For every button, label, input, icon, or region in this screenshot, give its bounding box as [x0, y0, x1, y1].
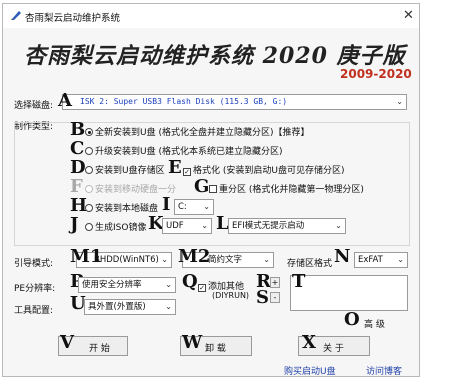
marker-c: C	[70, 138, 85, 159]
radio-icon	[85, 223, 93, 231]
marker-s: S	[256, 287, 269, 308]
radio-selected-icon	[85, 128, 93, 136]
radio-icon	[85, 204, 93, 212]
marker-e: E	[168, 157, 182, 178]
banner-title: 杏雨梨云启动维护系统 2020 庚子版	[24, 43, 406, 69]
disk-select[interactable]: ISK 2: Super USB3 Flash Disk (115.3 GB, …	[62, 94, 407, 110]
banner-years: 2009-2020	[340, 67, 412, 81]
uefi-mode-value: EFI模式无提示启动	[232, 221, 305, 231]
option-iso-label: 生成ISO镜像	[95, 223, 147, 233]
marker-g: G	[194, 176, 210, 197]
visit-blog-link[interactable]: 访问博客	[366, 364, 402, 377]
storage-format-value: ExFAT	[358, 255, 383, 265]
format-checkbox[interactable]: ✓ 格式化 (安装到启动U盘可见存储分区)	[183, 163, 344, 176]
repartition-checkbox[interactable]: 重分区 (格式化并隐藏第一物理分区)	[209, 182, 364, 195]
pe-label: PE分辨率:	[14, 284, 56, 294]
checkbox-checked-icon: ✓	[198, 284, 206, 292]
storage-format-select[interactable]: ExFAT ⌄	[354, 252, 408, 268]
about-button-label: 关 于	[323, 344, 344, 354]
option-upgrade-label: 升级安装到U盘 (格式化本系统已建立隐藏分区)	[95, 147, 283, 157]
add-item-button[interactable]: +	[270, 277, 280, 288]
checkbox-icon	[209, 185, 217, 193]
start-button-label: 开 始	[89, 344, 110, 354]
marker-u: U	[70, 293, 86, 314]
marker-m1: M1	[70, 246, 103, 267]
diyrun-list[interactable]	[290, 275, 408, 311]
option-iso[interactable]: 生成ISO镜像	[85, 220, 146, 233]
marker-q: Q	[182, 271, 198, 292]
boot-mode-value: BHDD(WinNT6)	[94, 255, 159, 265]
option-full-install-label: 全新安装到U盘 (格式化全盘并建立隐藏分区)【推荐】	[95, 128, 310, 138]
app-pen-icon	[11, 11, 21, 20]
checkbox-checked-icon: ✓	[183, 168, 191, 176]
marker-j: J	[70, 214, 79, 235]
chevron-down-icon: ⌄	[263, 255, 270, 264]
uefi-mode-select[interactable]: EFI模式无提示启动 ⌄	[228, 218, 346, 234]
storage-format-label: 存储区格式	[287, 259, 333, 269]
marker-i: I	[162, 194, 171, 215]
chevron-down-icon: ⌄	[203, 202, 210, 211]
radio-icon	[85, 147, 93, 155]
diyrun-label: (DIYRUN)	[212, 291, 250, 300]
close-icon[interactable]: ✕	[403, 8, 414, 23]
marker-l: L	[216, 213, 229, 234]
option-upgrade[interactable]: 升级安装到U盘 (格式化本系统已建立隐藏分区)	[85, 144, 282, 157]
repartition-label: 重分区 (格式化并隐藏第一物理分区)	[219, 185, 364, 195]
chevron-down-icon: ⌄	[397, 255, 404, 264]
marker-o: O	[344, 309, 360, 330]
option-usb-storage-label: 安装到U盘存储区	[95, 166, 165, 176]
marker-n: N	[334, 246, 351, 267]
window-title: 杏雨梨云启动维护系统	[25, 13, 121, 24]
iso-format-select[interactable]: UDF ⌄	[162, 218, 212, 234]
chevron-down-icon: ⌄	[161, 255, 168, 264]
marker-m2: M2	[178, 246, 211, 267]
boot-theme-value: 简约文字	[208, 255, 243, 265]
boot-label: 引导模式:	[14, 259, 54, 269]
marker-f: F	[70, 176, 83, 197]
local-disk-value: C:	[178, 202, 187, 212]
title-bar: 杏雨梨云启动维护系统 ✕	[3, 4, 419, 28]
marker-v: V	[60, 332, 74, 353]
disk-label: 选择磁盘:	[14, 101, 54, 111]
tools-config-value: 具外置(外置版)	[88, 302, 146, 312]
radio-icon	[85, 185, 93, 193]
uninstall-button-label: 卸 载	[205, 344, 226, 354]
chevron-down-icon: ⌄	[165, 280, 172, 289]
radio-icon	[85, 166, 93, 174]
disk-value: ISK 2: Super USB3 Flash Disk (115.3 GB, …	[80, 97, 288, 106]
marker-b: B	[70, 119, 86, 140]
tools-label: 工具配置:	[14, 306, 54, 316]
chevron-down-icon: ⌄	[165, 302, 172, 311]
marker-d: D	[70, 157, 86, 178]
chevron-down-icon: ⌄	[335, 221, 342, 230]
local-disk-select[interactable]: C: ⌄	[174, 199, 214, 215]
pe-resolution-value: 使用安全分辨率	[82, 280, 142, 290]
marker-t: T	[292, 271, 306, 292]
buy-usb-link[interactable]: 购买启动U盘	[284, 364, 336, 377]
marker-x: X	[302, 332, 316, 353]
option-usb-storage[interactable]: 安装到U盘存储区	[85, 163, 165, 176]
tools-config-select[interactable]: 具外置(外置版) ⌄	[84, 299, 176, 315]
format-label: 格式化 (安装到启动U盘可见存储分区)	[193, 166, 345, 176]
advanced-button[interactable]: 高 级	[364, 317, 385, 330]
option-full-install[interactable]: 全新安装到U盘 (格式化全盘并建立隐藏分区)【推荐】	[85, 125, 309, 138]
pe-resolution-select[interactable]: 使用安全分辨率 ⌄	[78, 277, 176, 293]
remove-item-button[interactable]: -	[270, 292, 280, 303]
iso-format-value: UDF	[166, 221, 184, 231]
marker-w: W	[182, 332, 203, 353]
chevron-down-icon: ⌄	[396, 97, 403, 106]
chevron-down-icon: ⌄	[201, 221, 208, 230]
marker-a: A	[58, 90, 72, 111]
